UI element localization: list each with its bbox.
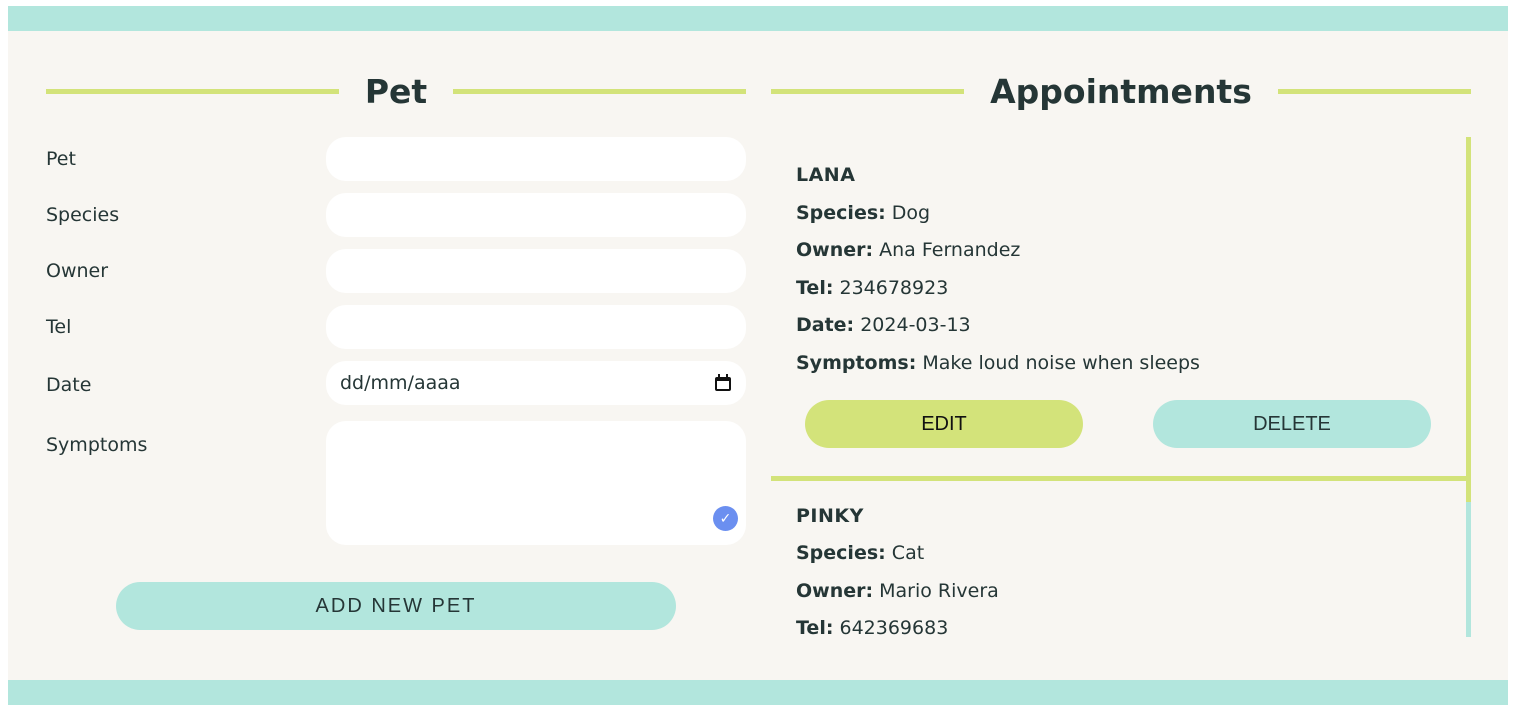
check-circle-icon: ✓	[713, 506, 738, 531]
calendar-icon[interactable]	[714, 374, 732, 392]
symptoms-label: Symptoms	[46, 434, 148, 456]
header-divider-right	[453, 88, 746, 94]
appointment-pet-name: PINKY	[796, 505, 864, 527]
header-divider-left	[46, 88, 339, 94]
owner-input[interactable]	[326, 249, 746, 293]
edit-button[interactable]: EDIT	[805, 400, 1083, 448]
scrollbar-thumb[interactable]	[1466, 137, 1471, 502]
appointment-owner: Owner: Mario Rivera	[796, 580, 999, 602]
appointment-pet-name: LANA	[796, 164, 856, 186]
pet-section-title: Pet	[364, 71, 428, 111]
appointments-list[interactable]: LANA Species: Dog Owner: Ana Fernandez T…	[771, 137, 1471, 637]
species-input[interactable]	[326, 193, 746, 237]
appointment-owner: Owner: Ana Fernandez	[796, 239, 1021, 261]
delete-button[interactable]: DELETE	[1153, 400, 1431, 448]
header-divider-right	[1277, 88, 1471, 94]
owner-label: Owner	[46, 260, 109, 282]
tel-label: Tel	[46, 316, 72, 338]
date-label: Date	[46, 374, 92, 396]
pet-section-header: Pet	[46, 71, 746, 111]
add-new-pet-button[interactable]: ADD NEW PET	[116, 582, 676, 630]
appointment-species: Species: Dog	[796, 202, 931, 224]
appointment-card: LANA Species: Dog Owner: Ana Fernandez T…	[771, 137, 1466, 481]
appointment-tel: Tel: 642369683	[796, 617, 949, 637]
pet-label: Pet	[46, 148, 76, 170]
appointments-section-header: Appointments	[771, 71, 1471, 111]
tel-input[interactable]	[326, 305, 746, 349]
appointment-tel: Tel: 234678923	[796, 277, 949, 299]
appointment-card: PINKY Species: Cat Owner: Mario Rivera T…	[771, 481, 1466, 637]
appointment-symptoms: Symptoms: Make loud noise when sleeps	[796, 352, 1200, 374]
species-label: Species	[46, 204, 120, 226]
appointment-species: Species: Cat	[796, 542, 925, 564]
date-input[interactable]: dd/mm/aaaa	[326, 361, 746, 405]
pet-input[interactable]	[326, 137, 746, 181]
symptoms-textarea[interactable]: ✓	[326, 421, 746, 545]
bottom-band	[8, 680, 1508, 705]
header-divider-left	[771, 88, 965, 94]
main-panel: Pet Pet Species Owner Tel Date dd/mm/aaa…	[8, 31, 1508, 680]
appointments-section-title: Appointments	[990, 71, 1252, 111]
top-band	[8, 6, 1508, 31]
date-placeholder: dd/mm/aaaa	[340, 372, 461, 394]
appointment-date: Date: 2024-03-13	[796, 314, 971, 336]
